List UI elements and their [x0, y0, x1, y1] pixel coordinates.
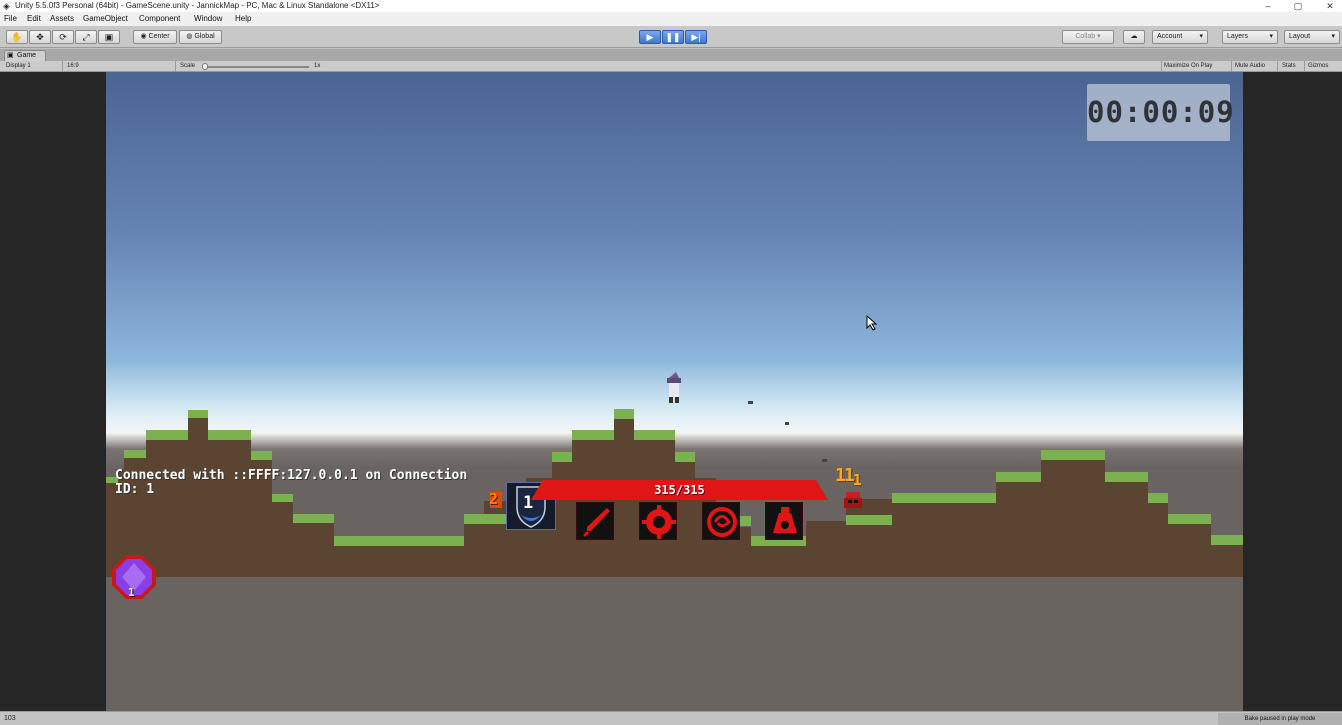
minimize-button[interactable]: – [1258, 0, 1278, 12]
tab-bar: ▣ Game [0, 49, 1342, 61]
scale-slider-thumb[interactable] [202, 63, 208, 70]
projectiles [748, 401, 827, 462]
connection-status: Connected with ::FFFF:127.0.0.1 on Conne… [115, 469, 467, 497]
hand-tool-button[interactable]: ✋ [6, 30, 28, 44]
close-button[interactable]: ✕ [1320, 0, 1340, 12]
match-timer: 00:00:09 [1087, 84, 1234, 141]
menu-component[interactable]: Component [139, 14, 180, 23]
divider [1304, 61, 1305, 72]
cloud-icon: ☁ [1130, 33, 1138, 40]
tab-game[interactable]: ▣ Game [4, 50, 46, 61]
collab-label: Collab ▾ [1075, 33, 1101, 40]
skill-slot-gear[interactable] [639, 502, 677, 540]
gizmos-dropdown[interactable]: Gizmos [1308, 63, 1328, 69]
divider [1231, 61, 1232, 72]
ally-level-badge: 2 [489, 490, 499, 508]
unity-logo-icon: ◈ [3, 1, 10, 11]
scale-value: 1x [314, 63, 321, 69]
status-message: 103 [4, 715, 16, 722]
pivot-icon: ◉ [140, 33, 149, 40]
pivot-label: Center [148, 33, 170, 40]
layers-dropdown[interactable]: Layers [1222, 30, 1278, 44]
aspect-dropdown[interactable]: 16:9 [67, 63, 79, 69]
window-title: Unity 5.5.0f3 Personal (64bit) - GameSce… [15, 1, 380, 10]
status-bar: 103 Bake paused in play mode [0, 711, 1342, 725]
potion-icon [773, 507, 797, 533]
move-tool-button[interactable]: ✥ [29, 30, 51, 44]
mute-audio-toggle[interactable]: Mute Audio [1235, 63, 1265, 69]
tab-game-label: Game [17, 52, 37, 59]
step-button[interactable]: ▶| [685, 30, 707, 44]
divider [1161, 61, 1162, 72]
layout-label: Layout [1289, 33, 1311, 40]
title-bar: ◈ Unity 5.5.0f3 Personal (64bit) - GameS… [0, 0, 1342, 12]
divider [175, 61, 176, 72]
space-toggle-button[interactable]: ◍ Global [179, 30, 222, 44]
gear-icon [642, 505, 676, 539]
skill-slot-potion[interactable] [765, 502, 803, 540]
menu-edit[interactable]: Edit [27, 14, 41, 23]
divider [1277, 61, 1278, 72]
health-value: 315/315 [654, 483, 705, 497]
maximize-button[interactable]: ▢ [1288, 0, 1308, 12]
menu-help[interactable]: Help [235, 14, 251, 23]
game-scene[interactable]: 00:00:09 Connected with ::FFFF:127.0.0.1… [106, 72, 1243, 711]
scale-slider-track[interactable] [205, 66, 309, 68]
stats-toggle[interactable]: Stats [1282, 63, 1296, 69]
enemy-level: 11 [835, 465, 855, 486]
space-label: Global [194, 33, 215, 40]
cloud-button[interactable]: ☁ [1123, 30, 1145, 44]
enemy-sub-level: 1 [852, 471, 862, 489]
connection-line-2: ID: 1 [115, 482, 155, 497]
account-label: Account [1157, 33, 1183, 40]
player-character [667, 372, 681, 403]
pivot-toggle-button[interactable]: ◉ Center [133, 30, 177, 44]
collab-button[interactable]: Collab ▾ [1062, 30, 1114, 44]
menu-bar: File Edit Assets GameObject Component Wi… [0, 12, 1342, 26]
player-level: 1 [523, 493, 534, 513]
pause-button[interactable]: ❚❚ [662, 30, 684, 44]
skill-slot-vortex[interactable] [702, 502, 740, 540]
rotate-tool-button[interactable]: ⟳ [52, 30, 74, 44]
dagger-icon [583, 508, 610, 537]
gamepad-icon: ▣ [7, 52, 14, 59]
terrain [106, 372, 1243, 577]
menu-window[interactable]: Window [194, 14, 222, 23]
skill-slot-dagger[interactable] [576, 502, 614, 540]
gem-count: 1 [128, 586, 135, 599]
layout-dropdown[interactable]: Layout [1284, 30, 1340, 44]
layers-label: Layers [1227, 33, 1249, 40]
connection-line-1: Connected with ::FFFF:127.0.0.1 on Conne… [115, 468, 468, 483]
mouse-cursor-icon [866, 315, 878, 331]
toolbar: ✋ ✥ ⟳ ⤢ ▣ ◉ Center ◍ Global ▶ ❚❚ ▶| Coll… [0, 26, 1342, 48]
divider [62, 61, 63, 72]
display-dropdown[interactable]: Display 1 [6, 63, 31, 69]
maximize-on-play-toggle[interactable]: Maximize On Play [1164, 63, 1212, 69]
health-bar: 315/315 [531, 480, 828, 500]
vortex-icon [707, 507, 737, 537]
enemy-level-badge: 111 [835, 465, 862, 489]
scale-label: Scale [180, 63, 196, 69]
rect-tool-button[interactable]: ▣ [98, 30, 120, 44]
enemy-character [844, 492, 862, 508]
bake-status: Bake paused in play mode [1218, 713, 1342, 725]
game-viewport[interactable]: 00:00:09 Connected with ::FFFF:127.0.0.1… [0, 72, 1342, 711]
account-dropdown[interactable]: Account [1152, 30, 1208, 44]
menu-file[interactable]: File [4, 14, 17, 23]
play-button[interactable]: ▶ [639, 30, 661, 44]
menu-gameobject[interactable]: GameObject [83, 14, 128, 23]
scale-tool-button[interactable]: ⤢ [75, 30, 97, 44]
game-view-toolbar: Display 1 16:9 Scale 1x Maximize On Play… [0, 61, 1342, 72]
menu-assets[interactable]: Assets [50, 14, 74, 23]
